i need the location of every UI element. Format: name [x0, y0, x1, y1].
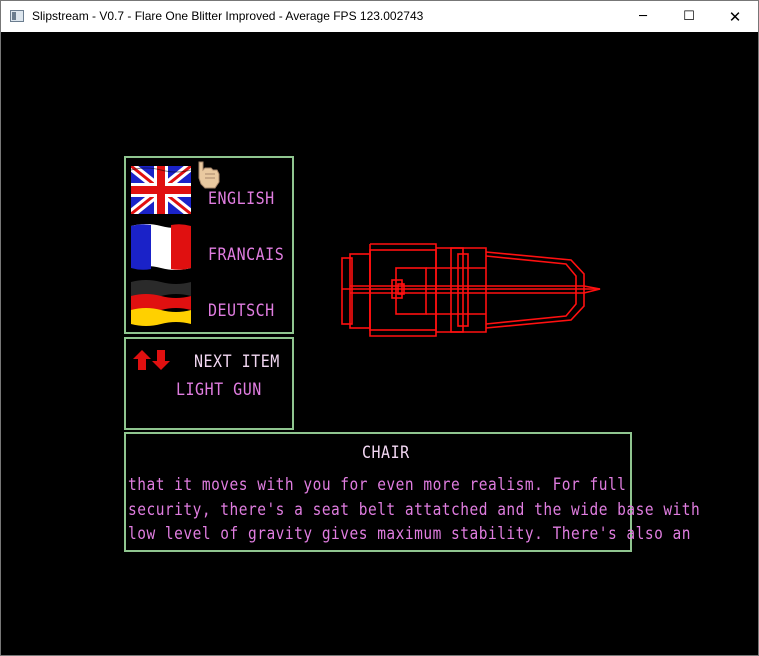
language-francais[interactable]: FRANCAIS — [208, 244, 284, 265]
app-icon — [10, 10, 24, 22]
up-down-arrows-icon[interactable] — [132, 349, 176, 371]
game-screen[interactable]: ENGLISH FRANCAIS DEUTSCH NEXT ITEM LIGHT… — [1, 32, 758, 655]
uk-flag-icon[interactable] — [131, 166, 191, 214]
maximize-button[interactable]: ☐ — [666, 1, 712, 32]
language-english[interactable]: ENGLISH — [208, 188, 275, 209]
next-item-button[interactable]: NEXT ITEM — [194, 351, 280, 372]
description-line: security, there's a seat belt attatched … — [128, 501, 701, 520]
app-window: Slipstream - V0.7 - Flare One Blitter Im… — [0, 0, 759, 656]
germany-flag-icon[interactable] — [131, 278, 191, 326]
description-panel: CHAIR that it moves with you for even mo… — [124, 432, 700, 552]
description-title: CHAIR — [362, 442, 410, 463]
current-item-name: LIGHT GUN — [176, 379, 262, 400]
item-selector-panel: NEXT ITEM LIGHT GUN — [124, 337, 294, 430]
description-line: that it moves with you for even more rea… — [128, 476, 627, 495]
pointer-hand-icon — [198, 161, 220, 189]
title-bar[interactable]: Slipstream - V0.7 - Flare One Blitter Im… — [1, 1, 758, 32]
minimize-button[interactable]: ─ — [620, 1, 666, 32]
language-deutsch[interactable]: DEUTSCH — [208, 300, 275, 321]
france-flag-icon[interactable] — [131, 222, 191, 270]
close-button[interactable]: ✕ — [712, 1, 758, 32]
language-panel: ENGLISH FRANCAIS DEUTSCH — [124, 156, 294, 334]
chair-wireframe-model — [341, 243, 601, 337]
description-line: low level of gravity gives maximum stabi… — [128, 525, 692, 544]
window-title: Slipstream - V0.7 - Flare One Blitter Im… — [32, 9, 424, 23]
